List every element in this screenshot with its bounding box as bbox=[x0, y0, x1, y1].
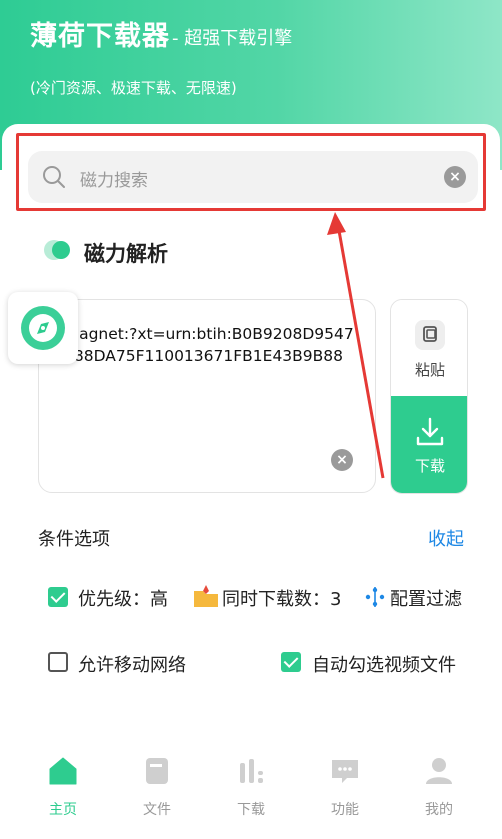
app-title: 薄荷下载器 bbox=[30, 21, 170, 52]
options-title: 条件选项 bbox=[38, 529, 110, 550]
paste-icon bbox=[415, 320, 445, 350]
compass-icon bbox=[21, 306, 65, 350]
home-icon bbox=[49, 757, 77, 785]
priority-checkbox[interactable] bbox=[48, 587, 68, 607]
filter-icon bbox=[365, 587, 385, 607]
auto-select-checkbox[interactable] bbox=[281, 652, 301, 672]
priority-label: 优先级：高 bbox=[78, 589, 168, 610]
action-panel: 粘贴 下载 bbox=[390, 299, 468, 494]
search-icon bbox=[43, 166, 65, 188]
magnet-text[interactable]: magnet:?xt=urn:btih:B0B9208D9547088DA75F… bbox=[64, 323, 354, 367]
chat-icon bbox=[332, 760, 358, 783]
user-icon bbox=[426, 758, 452, 784]
nav-item-home[interactable]: 主页 bbox=[33, 745, 93, 839]
nav-label-download: 下载 bbox=[237, 802, 265, 818]
search-placeholder: 磁力搜索 bbox=[80, 171, 148, 191]
app-subtitle: - 超强下载引擎 bbox=[172, 28, 293, 49]
mobile-network-checkbox[interactable] bbox=[48, 652, 68, 672]
download-label: 下载 bbox=[414, 457, 445, 475]
download-button[interactable]: 下载 bbox=[391, 396, 467, 493]
section-title: 磁力解析 bbox=[84, 242, 168, 266]
nav-label-files: 文件 bbox=[143, 802, 171, 818]
nav-item-profile[interactable]: 我的 bbox=[409, 745, 469, 839]
download-icon bbox=[416, 417, 444, 446]
bottom-nav: 主页 文件 下载 功能 我的 bbox=[0, 745, 502, 839]
paste-label: 粘贴 bbox=[414, 361, 445, 379]
nav-item-files[interactable]: 文件 bbox=[127, 745, 187, 839]
clear-icon[interactable]: × bbox=[444, 166, 466, 188]
concurrent-label[interactable]: 同时下载数：3 bbox=[222, 585, 341, 611]
magnet-clear-icon[interactable]: × bbox=[331, 449, 353, 471]
nav-item-download[interactable]: 下载 bbox=[221, 745, 281, 839]
filter-label[interactable]: 配置过滤 bbox=[390, 585, 462, 611]
mobile-network-label: 允许移动网络 bbox=[78, 655, 186, 676]
app-tagline: (冷门资源、极速下载、无限速) bbox=[30, 79, 237, 97]
nav-label-features: 功能 bbox=[331, 802, 359, 818]
file-icon bbox=[146, 758, 168, 784]
auto-select-label: 自动勾选视频文件 bbox=[312, 655, 456, 676]
collapse-link[interactable]: 收起 bbox=[428, 525, 464, 551]
magnet-section-icon bbox=[44, 240, 70, 260]
search-input[interactable]: 磁力搜索 × bbox=[28, 151, 478, 203]
folder-icon bbox=[194, 585, 218, 607]
nav-item-features[interactable]: 功能 bbox=[315, 745, 375, 839]
download-stats-icon bbox=[240, 759, 263, 783]
nav-label-home: 主页 bbox=[49, 802, 77, 818]
nav-label-profile: 我的 bbox=[425, 802, 453, 818]
floating-compass-button[interactable] bbox=[8, 292, 78, 364]
paste-button[interactable]: 粘贴 bbox=[391, 300, 467, 396]
